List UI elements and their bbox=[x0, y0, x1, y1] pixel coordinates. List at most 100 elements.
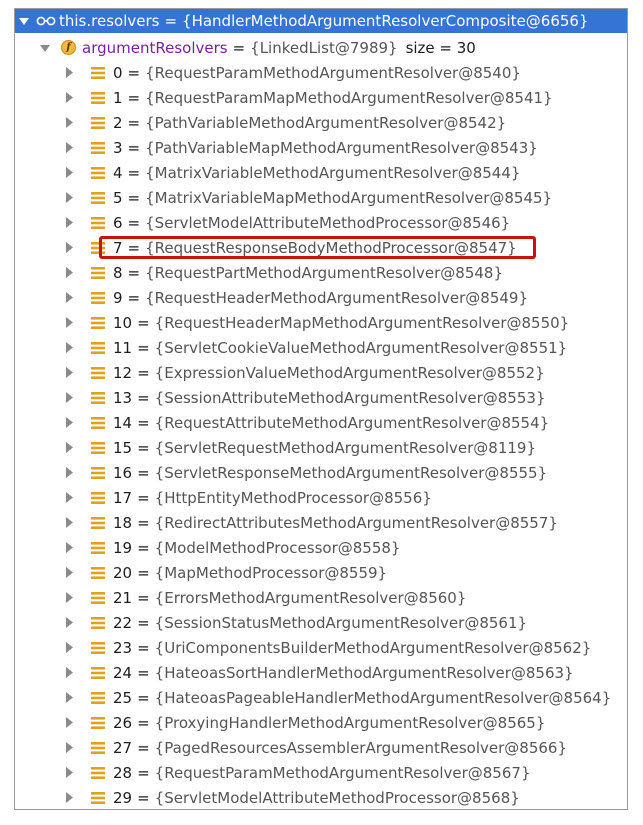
field-icon: f bbox=[61, 40, 76, 55]
expand-arrow-icon[interactable] bbox=[63, 92, 75, 103]
expand-arrow-icon[interactable] bbox=[18, 16, 30, 26]
tree-node-argument-resolvers[interactable]: f argumentResolvers = {LinkedList@7989} … bbox=[15, 35, 627, 60]
expand-arrow-icon[interactable] bbox=[63, 642, 75, 653]
item-index: 15 bbox=[113, 438, 133, 457]
list-item[interactable]: 14 = {RequestAttributeMethodArgumentResolv… bbox=[15, 410, 627, 435]
item-index: 8 bbox=[113, 263, 123, 282]
list-item[interactable]: 3 = {PathVariableMapMethodArgumentResolver… bbox=[15, 135, 627, 160]
list-item[interactable]: 19 = {ModelMethodProcessor@8558} bbox=[15, 535, 627, 560]
list-item[interactable]: 29 = {ServletModelAttributeMethodProcessor… bbox=[15, 785, 627, 809]
object-list-icon bbox=[91, 566, 105, 580]
item-index: 20 bbox=[113, 563, 133, 582]
object-list-icon bbox=[91, 666, 105, 680]
list-item[interactable]: 8 = {RequestPartMethodArgumentResolver@854… bbox=[15, 260, 627, 285]
equals-sign: = bbox=[232, 38, 246, 57]
item-value: {PagedResourcesAssemblerArgumentResolver… bbox=[154, 738, 568, 757]
list-item[interactable]: 1 = {RequestParamMapMethodArgumentResolver… bbox=[15, 85, 627, 110]
equals-sign: = bbox=[164, 12, 178, 30]
list-item[interactable]: 12 = {ExpressionValueMethodArgumentResolve… bbox=[15, 360, 627, 385]
list-item[interactable]: 18 = {RedirectAttributesMethodArgumentReso… bbox=[15, 510, 627, 535]
object-list-icon bbox=[91, 416, 105, 430]
list-item[interactable]: 4 = {MatrixVariableMethodArgumentResolver@… bbox=[15, 160, 627, 185]
item-index: 14 bbox=[113, 413, 133, 432]
tree-node-root[interactable]: this.resolvers = {HandlerMethodArgumentR… bbox=[15, 9, 627, 33]
list-item[interactable]: 22 = {SessionStatusMethodArgumentResolver@… bbox=[15, 610, 627, 635]
expand-arrow-icon[interactable] bbox=[63, 742, 75, 753]
object-list-icon bbox=[91, 441, 105, 455]
field-name: argumentResolvers bbox=[82, 38, 228, 57]
expand-arrow-icon[interactable] bbox=[63, 267, 75, 278]
expand-arrow-icon[interactable] bbox=[63, 517, 75, 528]
list-item[interactable]: 20 = {MapMethodProcessor@8559} bbox=[15, 560, 627, 585]
expand-arrow-icon[interactable] bbox=[63, 242, 75, 253]
list-item[interactable]: 25 = {HateoasPageableHandlerMethodArgument… bbox=[15, 685, 627, 710]
expand-arrow-icon[interactable] bbox=[63, 617, 75, 628]
item-value: {RequestPartMethodArgumentResolver@8548} bbox=[145, 263, 504, 282]
list-item[interactable]: 10 = {RequestHeaderMapMethodArgumentResolv… bbox=[15, 310, 627, 335]
expand-arrow-icon[interactable] bbox=[63, 717, 75, 728]
expand-arrow-icon[interactable] bbox=[63, 767, 75, 778]
equals-sign: = bbox=[137, 488, 150, 507]
list-item[interactable]: 15 = {ServletRequestMethodArgumentResolver… bbox=[15, 435, 627, 460]
item-value: {RequestParamMapMethodArgumentResolver@8… bbox=[145, 88, 553, 107]
equals-sign: = bbox=[137, 313, 150, 332]
item-index: 19 bbox=[113, 538, 133, 557]
expand-arrow-icon[interactable] bbox=[63, 542, 75, 553]
item-value: {HateoasSortHandlerMethodArgumentResolve… bbox=[154, 663, 574, 682]
list-item[interactable]: 11 = {ServletCookieValueMethodArgumentReso… bbox=[15, 335, 627, 360]
list-item[interactable]: 28 = {RequestParamMethodArgumentResolver@8… bbox=[15, 760, 627, 785]
list-item[interactable]: 13 = {SessionAttributeMethodArgumentResolv… bbox=[15, 385, 627, 410]
expand-arrow-icon[interactable] bbox=[63, 342, 75, 353]
expand-arrow-icon[interactable] bbox=[63, 67, 75, 78]
list-item[interactable]: 26 = {ProxyingHandlerMethodArgumentResolve… bbox=[15, 710, 627, 735]
expand-arrow-icon[interactable] bbox=[39, 43, 51, 53]
expand-arrow-icon[interactable] bbox=[63, 217, 75, 228]
equals-sign: = bbox=[127, 138, 141, 157]
item-index: 22 bbox=[113, 613, 133, 632]
list-item[interactable]: 16 = {ServletResponseMethodArgumentResolve… bbox=[15, 460, 627, 485]
list-item[interactable]: 21 = {ErrorsMethodArgumentResolver@8560} bbox=[15, 585, 627, 610]
object-list-icon bbox=[91, 641, 105, 655]
list-item[interactable]: 24 = {HateoasSortHandlerMethodArgumentReso… bbox=[15, 660, 627, 685]
expand-arrow-icon[interactable] bbox=[63, 467, 75, 478]
expand-arrow-icon[interactable] bbox=[63, 292, 75, 303]
list-item[interactable]: 5 = {MatrixVariableMapMethodArgumentResolv… bbox=[15, 185, 627, 210]
expand-arrow-icon[interactable] bbox=[63, 367, 75, 378]
expand-arrow-icon[interactable] bbox=[63, 317, 75, 328]
expand-arrow-icon[interactable] bbox=[63, 192, 75, 203]
list-item[interactable]: 27 = {PagedResourcesAssemblerArgumentResol… bbox=[15, 735, 627, 760]
item-value: {ErrorsMethodArgumentResolver@8560} bbox=[154, 588, 467, 607]
item-value: {RequestParamMethodArgumentResolver@8540… bbox=[145, 63, 521, 82]
expand-arrow-icon[interactable] bbox=[63, 417, 75, 428]
item-value: {ServletRequestMethodArgumentResolver@81… bbox=[154, 438, 537, 457]
expand-arrow-icon[interactable] bbox=[63, 117, 75, 128]
expand-arrow-icon[interactable] bbox=[63, 492, 75, 503]
list-item[interactable]: 9 = {RequestHeaderMethodArgumentResolver@8… bbox=[15, 285, 627, 310]
list-item[interactable]: 0 = {RequestParamMethodArgumentResolver@85… bbox=[15, 60, 627, 85]
expand-arrow-icon[interactable] bbox=[63, 442, 75, 453]
expand-arrow-icon[interactable] bbox=[63, 692, 75, 703]
object-list-icon bbox=[91, 266, 105, 280]
expand-arrow-icon[interactable] bbox=[63, 567, 75, 578]
expand-arrow-icon[interactable] bbox=[63, 142, 75, 153]
object-list-icon bbox=[91, 466, 105, 480]
equals-sign: = bbox=[137, 788, 150, 807]
object-list-icon bbox=[91, 791, 105, 805]
item-index: 5 bbox=[113, 188, 123, 207]
list-item[interactable]: 2 = {PathVariableMethodArgumentResolver@85… bbox=[15, 110, 627, 135]
equals-sign: = bbox=[137, 513, 150, 532]
equals-sign: = bbox=[127, 163, 141, 182]
list-item[interactable]: 23 = {UriComponentsBuilderMethodArgumentRe… bbox=[15, 635, 627, 660]
item-index: 2 bbox=[113, 113, 123, 132]
expand-arrow-icon[interactable] bbox=[63, 667, 75, 678]
item-value: {ServletResponseMethodArgumentResolver@8… bbox=[154, 463, 548, 482]
expand-arrow-icon[interactable] bbox=[63, 167, 75, 178]
root-variable-name: this.resolvers bbox=[59, 12, 160, 30]
expand-arrow-icon[interactable] bbox=[63, 592, 75, 603]
item-index: 17 bbox=[113, 488, 133, 507]
equals-sign: = bbox=[137, 763, 150, 782]
list-item[interactable]: 17 = {HttpEntityMethodProcessor@8556} bbox=[15, 485, 627, 510]
list-item[interactable]: 6 = {ServletModelAttributeMethodProcessor@… bbox=[15, 210, 627, 235]
expand-arrow-icon[interactable] bbox=[63, 792, 75, 803]
expand-arrow-icon[interactable] bbox=[63, 392, 75, 403]
